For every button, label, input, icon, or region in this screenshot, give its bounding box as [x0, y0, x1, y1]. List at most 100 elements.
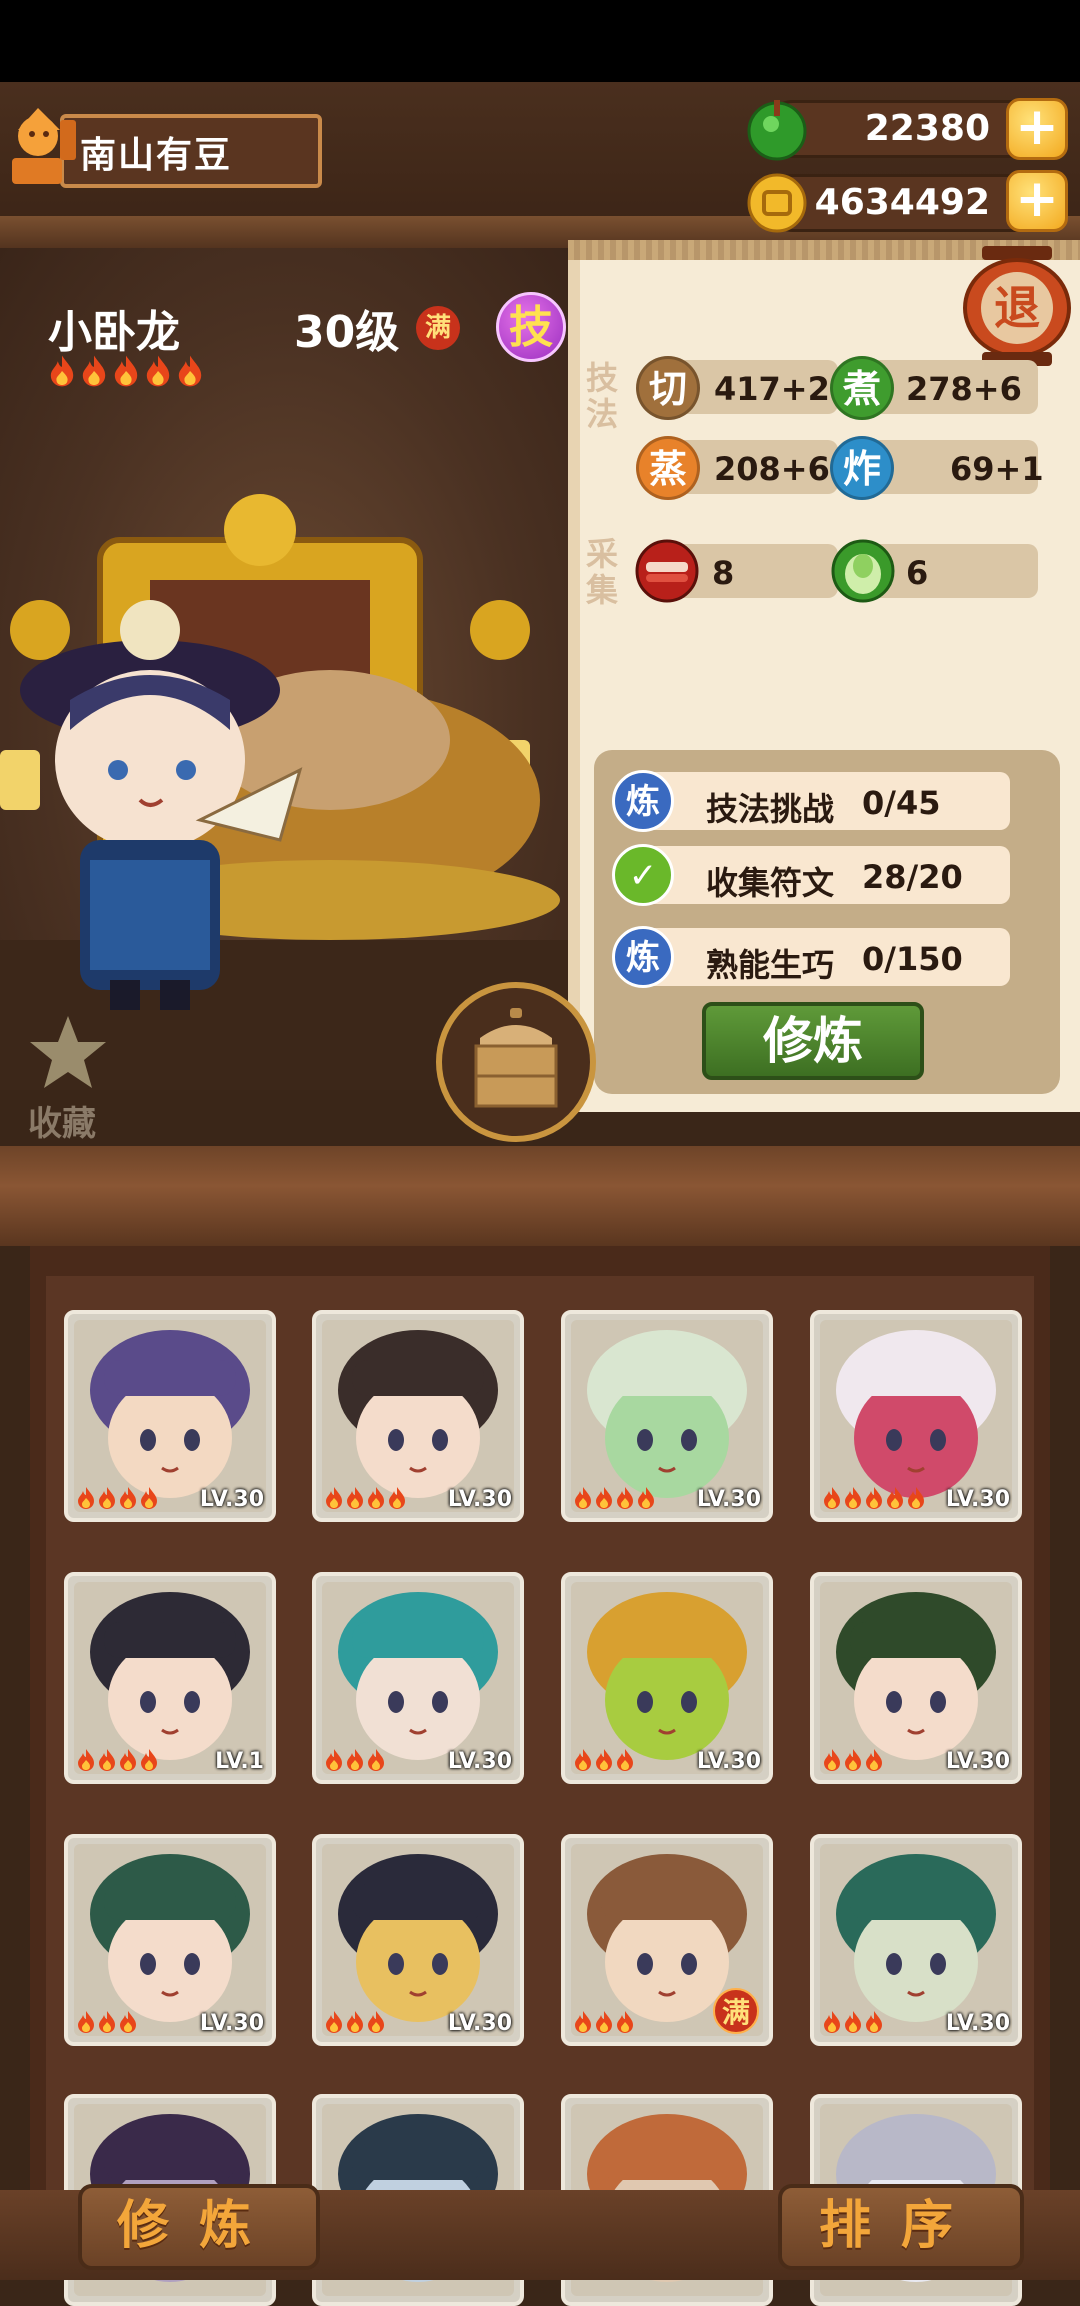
- chef-level: LV.30: [447, 1487, 512, 1512]
- flame-icon: [347, 1487, 363, 1509]
- chef-star-rating: [573, 2010, 636, 2034]
- chef-star-rating: [822, 2010, 885, 2034]
- flame-icon: [114, 355, 138, 387]
- chef-star-rating: [573, 1486, 657, 1510]
- cut-skill-value: 417+2: [714, 370, 830, 408]
- chef-card[interactable]: LV.30: [64, 1834, 276, 2046]
- task-label: 收集符文: [706, 864, 835, 902]
- chef-portrait: [322, 1582, 514, 1774]
- chef-card[interactable]: LV.30: [312, 1310, 524, 1522]
- meat-icon: [635, 539, 699, 603]
- steamer-button[interactable]: [436, 982, 596, 1142]
- chef-level: LV.30: [447, 2011, 512, 2036]
- cabbage-icon: [831, 539, 895, 603]
- fry-skill-value: 69+1: [950, 450, 1044, 488]
- boil-skill-value: 278+6: [906, 370, 1022, 408]
- steam-skill-icon: 蒸: [636, 436, 700, 500]
- flame-icon: [617, 1487, 633, 1509]
- player-name: 南山有豆: [80, 135, 233, 176]
- chef-star-rating: [324, 2010, 387, 2034]
- chef-card[interactable]: LV.30: [561, 1310, 773, 1522]
- flame-icon: [824, 2011, 840, 2033]
- chef-card[interactable]: LV.30: [64, 1310, 276, 1522]
- flame-icon: [120, 1487, 136, 1509]
- flame-icon: [347, 1749, 363, 1771]
- cut-skill-icon: 切: [636, 356, 700, 420]
- boil-skill-icon: 煮: [830, 356, 894, 420]
- flame-icon: [120, 1749, 136, 1771]
- flame-icon: [866, 1487, 882, 1509]
- character-star-rating: [48, 354, 248, 390]
- flame-icon: [99, 1487, 115, 1509]
- flame-icon: [78, 1749, 94, 1771]
- chef-card[interactable]: LV.30: [312, 1572, 524, 1784]
- chef-star-rating: [76, 2010, 139, 2034]
- chef-portrait: [571, 1320, 763, 1512]
- task-progress: 0/150: [862, 940, 963, 978]
- flame-icon: [99, 2011, 115, 2033]
- chef-level: LV.30: [696, 1487, 761, 1512]
- chef-portrait: [322, 1844, 514, 2036]
- flame-icon: [887, 1487, 903, 1509]
- chef-card[interactable]: LV.30: [312, 1834, 524, 2046]
- flame-icon: [78, 2011, 94, 2033]
- chef-level: LV.30: [199, 1487, 264, 1512]
- chef-card[interactable]: 满: [561, 1834, 773, 2046]
- flame-icon: [50, 355, 74, 387]
- flame-icon: [326, 1487, 342, 1509]
- flame-icon: [824, 1749, 840, 1771]
- task-label: 熟能生巧: [706, 946, 835, 984]
- flame-icon: [575, 2011, 591, 2033]
- flame-icon: [824, 1487, 840, 1509]
- favorite-star-icon[interactable]: [28, 1012, 108, 1092]
- flame-icon: [141, 1749, 157, 1771]
- train-tab-button[interactable]: 修炼: [78, 2184, 320, 2270]
- chef-card[interactable]: LV.30: [810, 1572, 1022, 1784]
- chef-star-rating: [573, 1748, 636, 1772]
- flame-icon: [368, 1487, 384, 1509]
- skills-section-label: 技法: [585, 359, 618, 433]
- flame-icon: [596, 1487, 612, 1509]
- flame-icon: [326, 2011, 342, 2033]
- jade-value: 22380: [864, 108, 990, 149]
- meat-value: 8: [712, 554, 735, 592]
- favorite-label[interactable]: 收藏: [28, 1096, 96, 1145]
- flame-icon: [638, 1487, 654, 1509]
- flame-icon: [82, 355, 106, 387]
- chef-card[interactable]: LV.30: [810, 1834, 1022, 2046]
- flame-icon: [866, 1749, 882, 1771]
- chef-portrait: [74, 1582, 266, 1774]
- exit-button[interactable]: 退: [962, 246, 1072, 366]
- chef-portrait: [820, 1582, 1012, 1774]
- flame-icon: [617, 2011, 633, 2033]
- chef-star-rating: [76, 1486, 160, 1510]
- task-label: 技法挑战: [706, 790, 835, 828]
- chef-card[interactable]: LV.30: [810, 1310, 1022, 1522]
- flame-icon: [99, 1749, 115, 1771]
- chef-card[interactable]: LV.1: [64, 1572, 276, 1784]
- skill-button[interactable]: 技: [496, 292, 566, 362]
- player-avatar-icon[interactable]: [4, 100, 84, 190]
- flame-icon: [596, 1749, 612, 1771]
- chef-level: LV.30: [945, 1487, 1010, 1512]
- add-jade-button[interactable]: +: [1006, 98, 1068, 160]
- check-icon: ✓: [612, 844, 674, 906]
- flame-icon: [78, 1487, 94, 1509]
- flame-icon: [120, 2011, 136, 2033]
- chef-portrait: [322, 1320, 514, 1512]
- flame-icon: [389, 1487, 405, 1509]
- max-level-badge: 满: [713, 1988, 759, 2034]
- add-coins-button[interactable]: +: [1006, 170, 1068, 232]
- chef-level: LV.30: [199, 2011, 264, 2036]
- fry-skill-icon: 炸: [830, 436, 894, 500]
- flame-icon: [575, 1749, 591, 1771]
- sort-button[interactable]: 排序: [778, 2184, 1024, 2270]
- train-button[interactable]: 修炼: [702, 1002, 924, 1080]
- chef-star-rating: [822, 1748, 885, 1772]
- chef-portrait: [74, 1320, 266, 1512]
- coin-value: 4634492: [814, 182, 990, 223]
- chef-star-rating: [76, 1748, 160, 1772]
- chef-card[interactable]: LV.30: [561, 1572, 773, 1784]
- chef-star-rating: [324, 1748, 387, 1772]
- character-portrait: [0, 494, 560, 1010]
